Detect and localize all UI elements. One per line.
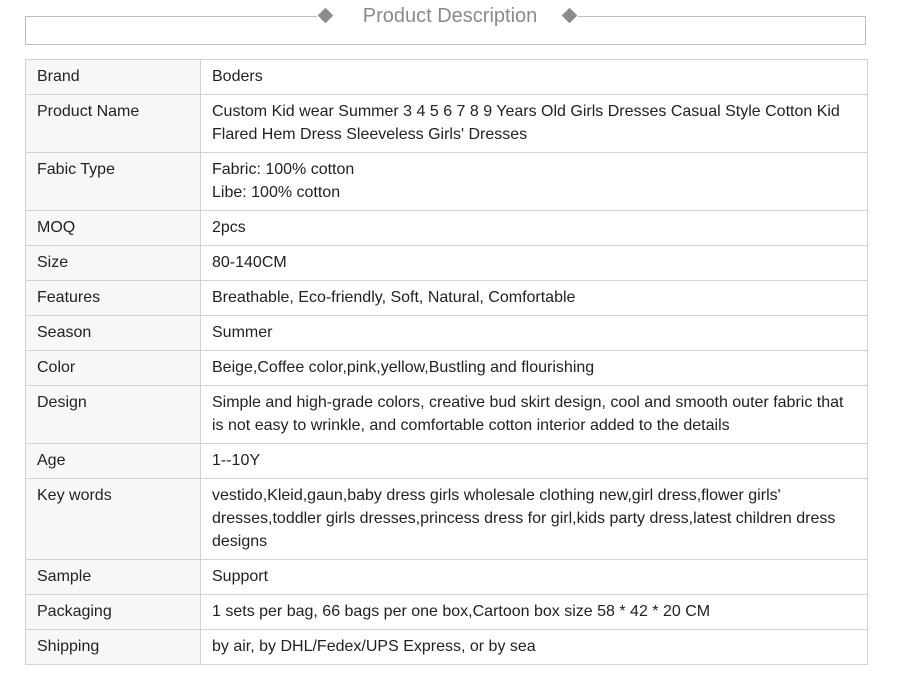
spec-value: Boders	[200, 59, 868, 95]
header-divider-right	[578, 16, 866, 17]
table-row: Size 80-140CM	[25, 245, 868, 281]
table-row: Color Beige,Coffee color,pink,yellow,Bus…	[25, 350, 868, 386]
spec-value: 1 sets per bag, 66 bags per one box,Cart…	[200, 594, 868, 630]
table-row: Age 1--10Y	[25, 443, 868, 479]
spec-value: Custom Kid wear Summer 3 4 5 6 7 8 9 Yea…	[200, 94, 868, 153]
spec-label: Key words	[25, 478, 201, 560]
spec-label: Design	[25, 385, 201, 444]
spec-value: 80-140CM	[200, 245, 868, 281]
table-row: Season Summer	[25, 315, 868, 351]
table-row: Brand Boders	[25, 59, 868, 95]
spec-label: Product Name	[25, 94, 201, 153]
spec-label: Shipping	[25, 629, 201, 665]
header-divider-left	[25, 16, 317, 17]
table-row: Key words vestido,Kleid,gaun,baby dress …	[25, 478, 868, 560]
spec-label: Fabic Type	[25, 152, 201, 211]
table-row: Features Breathable, Eco-friendly, Soft,…	[25, 280, 868, 316]
spec-label: Age	[25, 443, 201, 479]
spec-value: Beige,Coffee color,pink,yellow,Bustling …	[200, 350, 868, 386]
spec-value: 1--10Y	[200, 443, 868, 479]
product-spec-table: Brand Boders Product Name Custom Kid wea…	[25, 59, 868, 665]
spec-label: Packaging	[25, 594, 201, 630]
table-row: Packaging 1 sets per bag, 66 bags per on…	[25, 594, 868, 630]
table-row: Sample Support	[25, 559, 868, 595]
spec-value: Summer	[200, 315, 868, 351]
spec-value: Support	[200, 559, 868, 595]
table-row: Fabic Type Fabric: 100% cotton Libe: 100…	[25, 152, 868, 211]
spec-value: by air, by DHL/Fedex/UPS Express, or by …	[200, 629, 868, 665]
spec-label: Size	[25, 245, 201, 281]
spec-value: Simple and high-grade colors, creative b…	[200, 385, 868, 444]
section-title: Product Description	[362, 5, 538, 27]
table-row: MOQ 2pcs	[25, 210, 868, 246]
table-row: Product Name Custom Kid wear Summer 3 4 …	[25, 94, 868, 153]
spec-label: Brand	[25, 59, 201, 95]
spec-value: Breathable, Eco-friendly, Soft, Natural,…	[200, 280, 868, 316]
spec-value: Fabric: 100% cotton Libe: 100% cotton	[200, 152, 868, 211]
spec-label: Season	[25, 315, 201, 351]
table-row: Design Simple and high-grade colors, cre…	[25, 385, 868, 444]
spec-label: MOQ	[25, 210, 201, 246]
spec-value: 2pcs	[200, 210, 868, 246]
spec-label: Sample	[25, 559, 201, 595]
table-row: Shipping by air, by DHL/Fedex/UPS Expres…	[25, 629, 868, 665]
spec-value: vestido,Kleid,gaun,baby dress girls whol…	[200, 478, 868, 560]
spec-label: Color	[25, 350, 201, 386]
spec-label: Features	[25, 280, 201, 316]
